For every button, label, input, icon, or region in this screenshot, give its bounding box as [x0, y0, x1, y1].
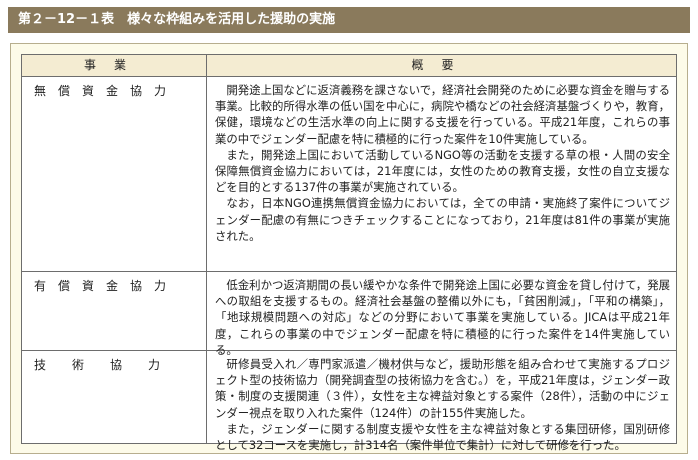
row-name-technical-cooperation: 技術協力 [34, 358, 187, 372]
header-overview: 概要 [411, 58, 472, 72]
desc-paragraph: 低金利かつ返済期間の長い緩やかな条件で開発途上国に必要な資金を貸し付けて，発展へ… [215, 278, 670, 357]
table-frame: 事業 概要 無償資金協力 開発途上国などに返済義務を課さないで，経済社会開発のた… [10, 43, 688, 454]
table-title: 第２－12－１表 様々な枠組みを活用した援助の実施 [8, 7, 690, 33]
row-name-loan-aid: 有償資金協力 [34, 279, 179, 293]
row-desc-technical-cooperation: 研修員受入れ／専門家派遣／機材供与など，援助形態を組み合わせて実施するプロジェク… [215, 356, 670, 453]
desc-paragraph: 開発途上国などに返済義務を課さないで，経済社会開発のために必要な資金を贈与する事… [215, 83, 670, 146]
table-header-row: 事業 概要 [22, 55, 676, 77]
desc-paragraph: なお，日本NGO連携無償資金協力においては，全ての申請・実施終了案件についてジェ… [215, 196, 670, 243]
desc-paragraph: また，ジェンダーに関する制度支援や女性を主な裨益対象とする集団研修，国別研修とし… [215, 421, 670, 453]
table-row: 無償資金協力 開発途上国などに返済義務を課さないで，経済社会開発のために必要な資… [22, 77, 676, 272]
desc-paragraph: また，開発途上国において活動しているNGO等の活動を支援する草の根・人間の安全保… [215, 147, 670, 195]
table-row: 技術協力 研修員受入れ／専門家派遣／機材供与など，援助形態を組み合わせて実施する… [22, 351, 676, 452]
row-desc-loan-aid: 低金利かつ返済期間の長い緩やかな条件で開発途上国に必要な資金を貸し付けて，発展へ… [215, 277, 670, 358]
desc-paragraph: 研修員受入れ／専門家派遣／機材供与など，援助形態を組み合わせて実施するプロジェク… [215, 357, 670, 420]
column-divider [206, 55, 207, 443]
data-table: 事業 概要 無償資金協力 開発途上国などに返済義務を課さないで，経済社会開発のた… [21, 54, 677, 452]
row-desc-grant-aid: 開発途上国などに返済義務を課さないで，経済社会開発のために必要な資金を贈与する事… [215, 82, 670, 244]
header-business: 事業 [83, 58, 144, 72]
table-row: 有償資金協力 低金利かつ返済期間の長い緩やかな条件で開発途上国に必要な資金を貸し… [22, 272, 676, 357]
row-name-grant-aid: 無償資金協力 [34, 84, 179, 98]
